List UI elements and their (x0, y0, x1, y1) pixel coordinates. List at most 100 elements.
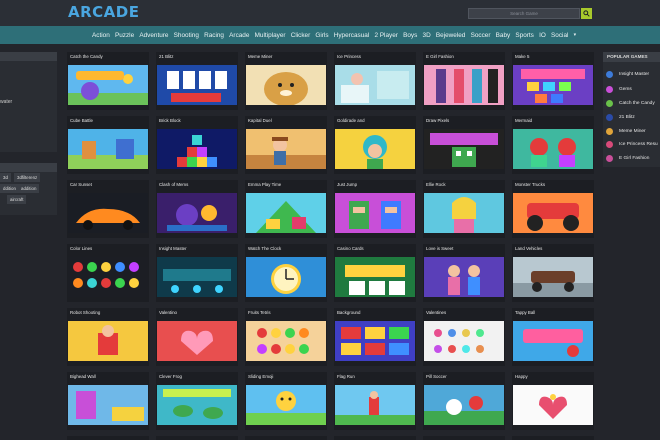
tag-item[interactable]: 3dfilterenz (14, 173, 41, 182)
popular-game-item[interactable]: E Girl Fashion (606, 153, 649, 163)
game-tile[interactable]: Bighead Wall (67, 372, 149, 430)
game-thumbnail (246, 385, 326, 425)
game-tile[interactable]: Tappy Ball (512, 308, 594, 366)
popular-game-item[interactable]: Gems (606, 84, 632, 94)
nav-item-arcade[interactable]: Arcade (229, 32, 249, 39)
game-title: Monster Trucks (515, 182, 546, 187)
game-tile[interactable]: Sliding Emoji (245, 372, 327, 430)
game-tile[interactable]: Valentines (423, 308, 505, 366)
game-tile[interactable]: Emma Play Time (245, 180, 327, 238)
nav-item-adventure[interactable]: Adventure (139, 32, 168, 39)
nav-item-baby[interactable]: Baby (496, 32, 511, 39)
nav-item-action[interactable]: Action (92, 32, 110, 39)
nav-item-boys[interactable]: Boys (403, 32, 417, 39)
search-input[interactable]: Search Game (468, 8, 580, 19)
game-tile[interactable]: Just Jump (334, 180, 416, 238)
nav-item-bejeweled[interactable]: Bejeweled (436, 32, 466, 39)
game-title: Ice Princess (337, 54, 361, 59)
game-tile[interactable]: Clash of Mems (156, 180, 238, 238)
game-tile[interactable]: Watch The Clock (245, 244, 327, 302)
tag-item[interactable]: addition (18, 184, 40, 193)
game-thumbnail (246, 321, 326, 361)
game-tile[interactable]: Insight Master (156, 244, 238, 302)
popular-game-item[interactable]: Ice Princess Resu (606, 139, 658, 149)
game-title: Clever Frog (159, 374, 182, 379)
game-title: Valentino (159, 310, 177, 315)
game-tile[interactable]: 21 Blitz (156, 52, 238, 110)
game-tile[interactable]: Background (334, 308, 416, 366)
game-tile[interactable]: Mermaid (512, 116, 594, 174)
game-tile[interactable]: Draw Pixels (423, 116, 505, 174)
caret-down-icon[interactable]: ▾ (574, 32, 577, 38)
game-thumbnail (424, 65, 504, 105)
game-thumbnail (246, 65, 326, 105)
game-tile[interactable]: Cube Battle (67, 116, 149, 174)
game-tile[interactable]: Pill Soccer (423, 372, 505, 430)
search-button[interactable] (581, 8, 592, 19)
nav-item-shooting[interactable]: Shooting (174, 32, 199, 39)
header: ARCADE Search Game (0, 0, 660, 26)
nav-item-3d[interactable]: 3D (423, 32, 431, 39)
game-title: Draw Pixels (426, 118, 450, 123)
nav-item-multiplayer[interactable]: Multiplayer (255, 32, 286, 39)
game-thumbnail (335, 385, 415, 425)
game-avatar-icon (606, 99, 613, 107)
game-tile[interactable] (245, 436, 327, 440)
nav-item-clicker[interactable]: Clicker (291, 32, 311, 39)
game-tile[interactable] (512, 436, 594, 440)
game-tile[interactable]: Fruits Tetris (245, 308, 327, 366)
tag-item[interactable]: ddition (0, 184, 19, 193)
game-tile[interactable]: Catch the Candy (67, 52, 149, 110)
game-tile[interactable] (67, 436, 149, 440)
game-thumbnail (513, 321, 593, 361)
site-logo[interactable]: ARCADE (68, 3, 139, 21)
popular-game-item[interactable]: Catch the Candy (606, 98, 655, 108)
game-tile[interactable]: Love is Sweet (423, 244, 505, 302)
game-tile[interactable]: Clever Frog (156, 372, 238, 430)
nav-item-puzzle[interactable]: Puzzle (115, 32, 134, 39)
game-tile[interactable]: Flag Run (334, 372, 416, 430)
game-tile[interactable]: E Girl Fashion (423, 52, 505, 110)
popular-game-item[interactable]: Meme Miner (606, 126, 646, 136)
game-tile[interactable] (334, 436, 416, 440)
game-tile[interactable]: Brick Block (156, 116, 238, 174)
nav-item-2-player[interactable]: 2 Player (374, 32, 397, 39)
nav-item-io[interactable]: IO (539, 32, 546, 39)
popular-game-label: Meme Miner (619, 128, 646, 134)
game-tile[interactable]: Goldirade and (334, 116, 416, 174)
game-title: Cube Battle (70, 118, 93, 123)
game-thumbnail (68, 193, 148, 233)
game-title: Casino Cards (337, 246, 364, 251)
nav-item-hypercasual[interactable]: Hypercasual (334, 32, 370, 39)
game-tile[interactable] (423, 436, 505, 440)
tag-item[interactable]: aircraft (7, 195, 27, 204)
game-tile[interactable] (156, 436, 238, 440)
game-tile[interactable]: Monster Trucks (512, 180, 594, 238)
game-tile[interactable]: Meme Miner (245, 52, 327, 110)
game-tile[interactable]: Valentino (156, 308, 238, 366)
game-thumbnail (335, 193, 415, 233)
game-tile[interactable]: Color Lines (67, 244, 149, 302)
game-tile[interactable]: Ellie Rock (423, 180, 505, 238)
tag-item[interactable]: 3d (0, 173, 11, 182)
nav-item-soccer[interactable]: Soccer (471, 32, 491, 39)
game-thumbnail (513, 385, 593, 425)
game-tile[interactable]: Robot Shooting (67, 308, 149, 366)
popular-game-item[interactable]: Insight Master (606, 69, 649, 79)
game-tile[interactable]: Casino Cards (334, 244, 416, 302)
popular-game-label: Ice Princess Resu (619, 141, 658, 147)
game-tile[interactable]: Car Sunset (67, 180, 149, 238)
game-thumbnail (335, 129, 415, 169)
game-tile[interactable]: Kapital Duel (245, 116, 327, 174)
game-tile[interactable]: Happy (512, 372, 594, 430)
game-tile[interactable]: Land Vehicles (512, 244, 594, 302)
game-thumbnail (424, 257, 504, 297)
game-tile[interactable]: Make 5 (512, 52, 594, 110)
popular-game-item[interactable]: 21 Blitz (606, 112, 635, 122)
nav-item-social[interactable]: Social (551, 32, 568, 39)
game-tile[interactable]: Ice Princess (334, 52, 416, 110)
nav-item-racing[interactable]: Racing (204, 32, 224, 39)
nav-item-girls[interactable]: Girls (315, 32, 328, 39)
nav-item-sports[interactable]: Sports (515, 32, 533, 39)
game-title: Happy (515, 374, 528, 379)
